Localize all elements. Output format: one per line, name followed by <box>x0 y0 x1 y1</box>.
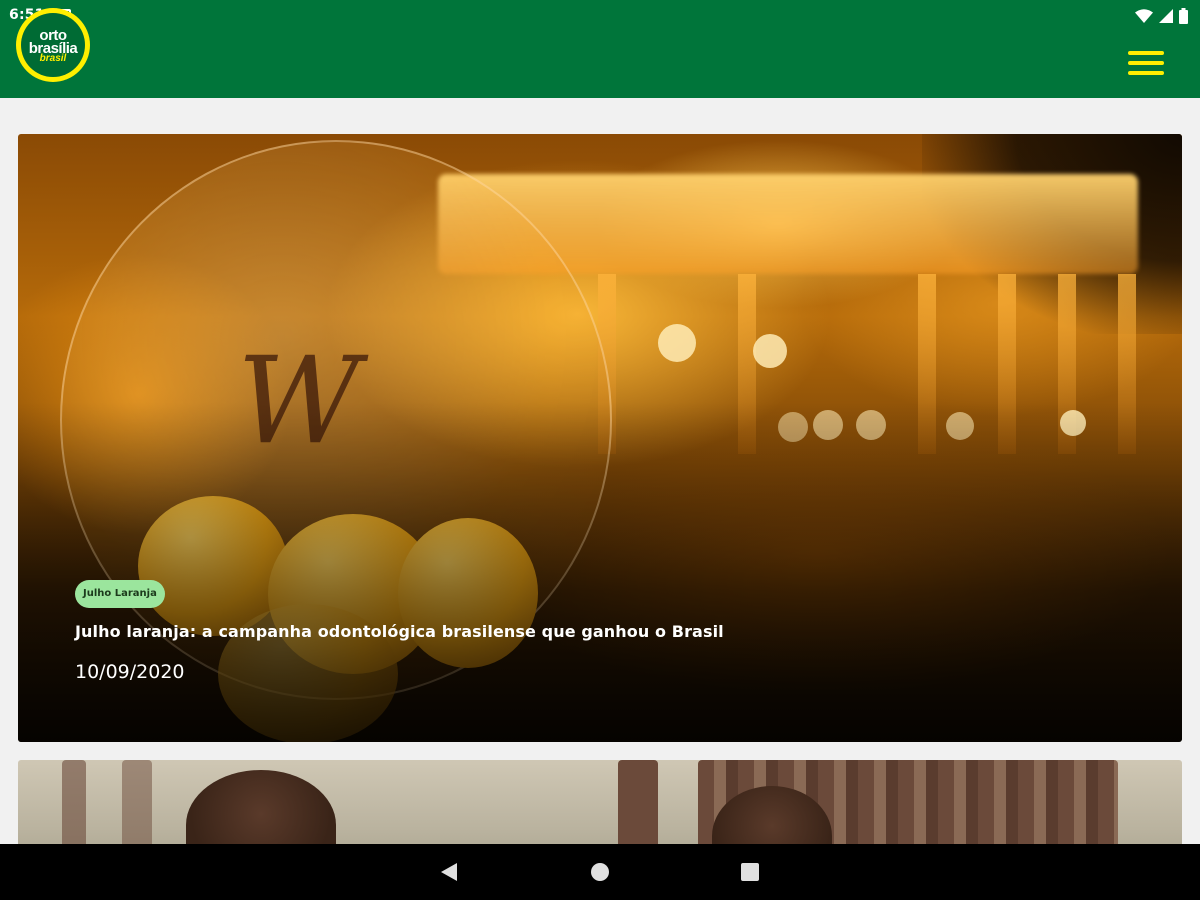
menu-line <box>1128 71 1164 75</box>
post-title[interactable]: Julho laranja: a campanha odontológica b… <box>75 622 1075 641</box>
hamburger-menu-icon[interactable] <box>1128 48 1164 78</box>
post-date: 10/09/2020 <box>75 661 185 683</box>
status-bar: 6:51 <box>0 0 1200 32</box>
tree-trunk <box>618 760 658 844</box>
post-feed[interactable]: W Julho Laranja Julho laranja: a campanh… <box>0 98 1200 844</box>
app-logo[interactable]: orto brasília brasil <box>16 8 90 82</box>
post-card[interactable] <box>18 760 1182 844</box>
hero-overlay <box>18 402 1182 742</box>
tree-trunk <box>62 760 86 844</box>
category-badge[interactable]: Julho Laranja <box>75 580 165 608</box>
status-icons <box>1135 6 1188 26</box>
bokeh-light <box>753 334 787 368</box>
menu-line <box>1128 51 1164 55</box>
wifi-icon <box>1135 9 1153 23</box>
tree-trunk <box>122 760 152 844</box>
signal-icon <box>1159 9 1173 23</box>
navigation-bar <box>0 844 1200 900</box>
logo-inner: orto brasília brasil <box>21 13 85 77</box>
featured-post-card[interactable]: W Julho Laranja Julho laranja: a campanh… <box>18 134 1182 742</box>
recents-icon[interactable] <box>741 863 759 881</box>
logo-text-line3: brasil <box>39 53 67 64</box>
battery-icon <box>1179 8 1188 24</box>
app-bar <box>0 32 1200 98</box>
home-icon[interactable] <box>591 863 609 881</box>
menu-line <box>1128 61 1164 65</box>
back-icon[interactable] <box>441 863 457 881</box>
bokeh-light <box>658 324 696 362</box>
